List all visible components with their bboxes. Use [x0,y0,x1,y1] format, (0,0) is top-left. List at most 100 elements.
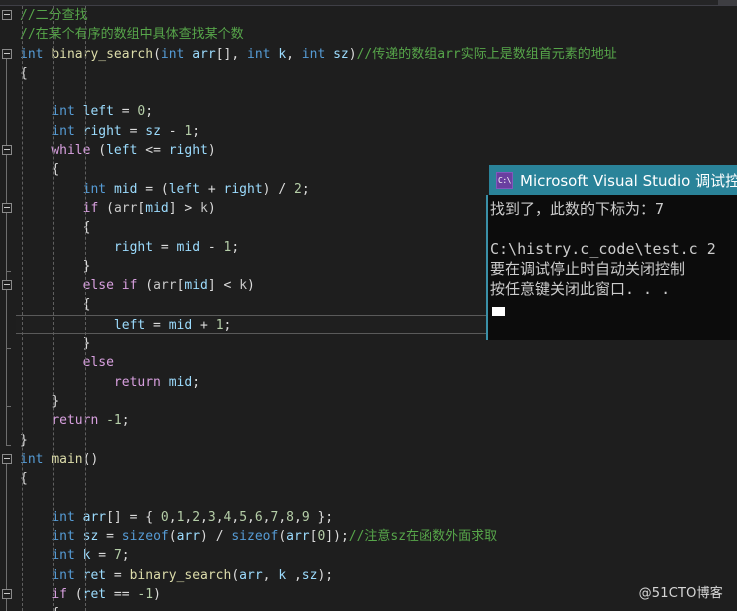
code-token: ) [348,46,357,62]
fold-toggle-icon[interactable] [2,145,12,156]
fold-toggle-icon[interactable] [2,453,12,464]
code-token: , [262,509,271,525]
code-token: 7 [113,548,122,564]
fold-toggle-icon[interactable] [2,48,12,59]
code-token: 5 [239,509,248,525]
code-line[interactable]: int arr[] = { 0,1,2,3,4,5,6,7,8,9 }; [16,508,737,527]
code-token: left [113,317,146,333]
code-token: { [82,220,91,236]
code-token: ; [231,239,240,255]
code-token: sz [333,46,349,62]
fold-toggle-icon[interactable] [2,280,12,291]
code-line[interactable] [16,488,737,507]
debug-console-window[interactable]: C:\ Microsoft Visual Studio 调试控 找到了，此数的下… [486,165,737,340]
code-token: { [82,297,91,313]
fold-region-end [6,270,11,272]
code-token: == [106,586,138,602]
code-token: , [200,509,208,525]
code-token: ; [223,317,232,333]
code-token: arr [82,509,107,525]
code-token: int [51,529,75,545]
code-line[interactable]: //二分查找 [16,6,737,25]
code-line[interactable]: int main() [16,450,737,469]
code-token: } [20,432,28,448]
fold-toggle-icon[interactable] [2,10,12,20]
code-token: () [82,451,99,467]
code-token: ( [98,200,114,216]
code-line[interactable]: int k = 7; [16,546,737,565]
code-token: ret [82,567,107,583]
code-token: ( [90,143,107,159]
code-token: , [168,509,177,525]
code-token: = [121,123,146,139]
code-token: int [51,567,75,583]
code-line[interactable]: return mid; [16,373,737,392]
code-line[interactable]: } [16,392,737,411]
code-token: = [98,529,122,545]
console-output-area[interactable]: 找到了，此数的下标为：7 C:\histry.c_code\test.c 2 要… [486,195,737,340]
code-token: mid [113,181,138,197]
fold-region-line [6,290,7,349]
code-line[interactable]: //在某个有序的数组中具体查找某个数 [16,25,737,44]
console-output-line: 要在调试停止时自动关闭控制 [490,260,686,278]
console-window-icon: C:\ [496,171,513,189]
code-token: k [278,567,287,583]
code-token: arr [192,46,216,62]
code-line[interactable]: { [16,469,737,488]
code-line[interactable]: else [16,353,737,372]
code-token: int [20,46,44,62]
code-line[interactable]: int binary_search(int arr[], int k, int … [16,45,737,64]
code-token: else [82,355,114,371]
code-line[interactable]: while (left <= right) [16,141,737,160]
code-line[interactable]: if (ret == -1) [16,585,737,604]
code-token: if [82,200,99,216]
fold-toggle-icon[interactable] [2,203,12,213]
console-title-bar[interactable]: C:\ Microsoft Visual Studio 调试控 [486,165,737,195]
code-line[interactable]: { [16,64,737,83]
editor-scrollbar-corner[interactable] [718,0,737,5]
code-token: ; [192,123,201,139]
code-token: 6 [254,509,263,525]
code-line[interactable]: int right = sz - 1; [16,122,737,141]
code-token: arr [176,529,201,545]
code-line[interactable]: return -1; [16,411,737,430]
console-body-left-edge [486,195,488,340]
code-token: arr [286,529,310,545]
code-token: binary_search [51,46,154,62]
code-token: int [51,548,75,564]
code-token: binary_search [129,567,232,583]
code-token: ; [192,374,201,390]
code-token: int [51,104,75,120]
code-folding-margin[interactable] [0,6,16,611]
code-token: = [106,567,130,583]
code-token: mid [168,317,193,333]
code-token: arr [239,567,263,583]
code-line[interactable]: int sz = sizeof(arr) / sizeof(arr[0]);//… [16,527,737,546]
fold-region-line [6,599,7,611]
code-line[interactable]: { [16,604,737,611]
code-token: ; [145,104,154,120]
code-line[interactable]: int left = 0; [16,102,737,121]
fold-toggle-icon[interactable] [2,589,12,599]
code-token: //注意sz在函数外面求取 [348,529,498,545]
code-line[interactable] [16,83,737,102]
code-line[interactable]: } [16,431,737,450]
console-title-text: Microsoft Visual Studio 调试控 [520,171,737,190]
code-token: right [113,239,154,255]
code-line[interactable]: int ret = binary_search(arr, k ,sz); [16,566,737,585]
code-token: right [82,123,122,139]
